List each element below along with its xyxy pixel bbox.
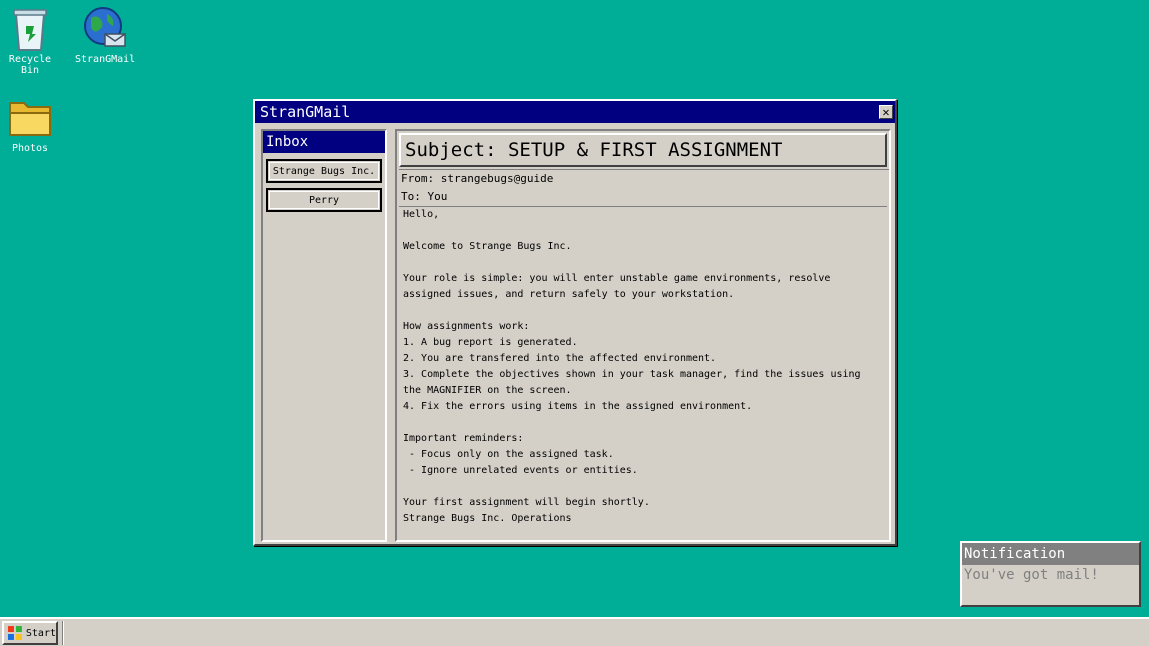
- globe-mail-icon: [84, 7, 126, 47]
- message-to: To: You: [401, 190, 448, 203]
- windows-logo-icon: [7, 626, 22, 640]
- recycle-bin-icon: [13, 9, 47, 51]
- strangmail-window: StranGMail ✕ Inbox Strange Bugs Inc. Per…: [253, 99, 897, 546]
- desktop-icon-label: Recycle Bin: [8, 54, 52, 76]
- folder-icon: [9, 102, 51, 136]
- window-title: StranGMail: [260, 103, 351, 121]
- message-headers: From: strangebugs@guide To: You Hello, W…: [399, 169, 889, 527]
- window-titlebar[interactable]: StranGMail ✕: [255, 101, 895, 123]
- inbox-header: Inbox: [263, 131, 385, 153]
- desktop-icon-label: Photos: [11, 143, 49, 154]
- start-label: Start: [25, 627, 56, 639]
- desktop-icon-strangmail[interactable]: StranGMail: [75, 4, 135, 65]
- mail-notification[interactable]: Notification You've got mail!: [960, 541, 1141, 607]
- desktop-icon-label: StranGMail: [75, 54, 136, 65]
- taskbar-divider: [62, 621, 64, 645]
- notification-message: You've got mail!: [964, 567, 1099, 583]
- start-button[interactable]: Start: [2, 621, 58, 645]
- message-reader: Subject: SETUP & FIRST ASSIGNMENT From: …: [395, 129, 891, 542]
- message-body: Hello, Welcome to Strange Bugs Inc. Your…: [403, 209, 861, 524]
- notification-title: Notification: [962, 543, 1139, 565]
- taskbar: Start: [0, 617, 1149, 646]
- message-subject: Subject: SETUP & FIRST ASSIGNMENT: [399, 133, 887, 167]
- message-from: From: strangebugs@guide: [401, 172, 554, 185]
- inbox-item-strange-bugs[interactable]: Strange Bugs Inc.: [266, 159, 382, 183]
- inbox-item-label: Perry: [308, 194, 340, 206]
- inbox-item-label: Strange Bugs Inc.: [272, 165, 376, 177]
- inbox-sidebar: Inbox Strange Bugs Inc. Perry: [261, 129, 387, 542]
- desktop-icon-recycle-bin[interactable]: Recycle Bin: [0, 4, 60, 76]
- inbox-item-perry[interactable]: Perry: [266, 188, 382, 212]
- desktop-icon-photos[interactable]: Photos: [0, 93, 60, 154]
- close-icon: ✕: [882, 105, 890, 119]
- close-button[interactable]: ✕: [879, 105, 893, 119]
